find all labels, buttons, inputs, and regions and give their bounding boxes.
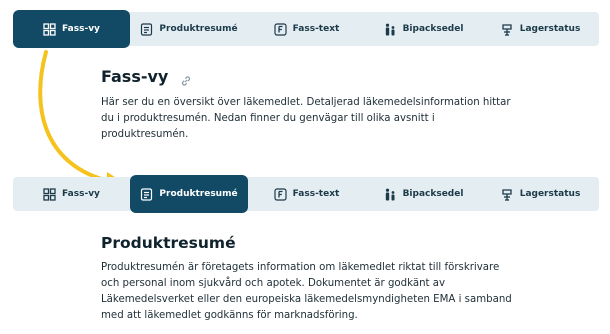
- tab-label: Produktresumé: [159, 189, 238, 199]
- grid-icon: [43, 187, 56, 201]
- tab-bipacksedel[interactable]: Bipacksedel: [365, 177, 482, 211]
- paragraph-line: och personal inom sjukvård och apotek. D…: [101, 278, 446, 289]
- pharmacy-icon: [501, 188, 514, 201]
- tab-fass-vy[interactable]: Fass-vy: [13, 177, 130, 211]
- paragraph-line: med att läkemedlet godkänns för marknads…: [101, 310, 358, 321]
- section-title-produktresume: Produktresumé: [101, 234, 236, 252]
- tab-label: Bipacksedel: [402, 189, 464, 199]
- bottom-tab-bar: Fass-vy Produktresumé Fass-text Bipackse…: [13, 175, 599, 213]
- tab-label: Fass-vy: [62, 189, 100, 199]
- document-icon: [140, 187, 153, 201]
- f-box-icon: [274, 187, 287, 201]
- section2-paragraph: Produktresumén är företagets information…: [101, 260, 601, 324]
- tab-label: Fass-text: [292, 189, 340, 199]
- family-icon: [384, 188, 397, 201]
- tab-label: Lagerstatus: [519, 189, 581, 199]
- paragraph-line: Produktresumén är företagets information…: [101, 262, 500, 273]
- tab-lagerstatus[interactable]: Lagerstatus: [482, 177, 599, 211]
- tab-fass-text[interactable]: Fass-text: [248, 177, 365, 211]
- paragraph-line: Läkemedelsverket eller den europeiska lä…: [101, 294, 512, 305]
- tab-produktresume[interactable]: Produktresumé: [130, 175, 248, 213]
